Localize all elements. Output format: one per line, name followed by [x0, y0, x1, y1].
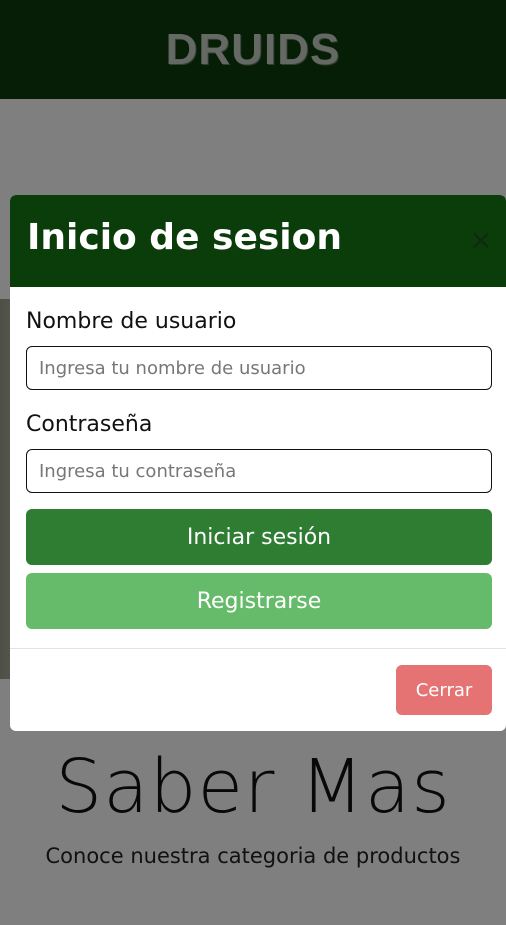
password-label: Contraseña — [26, 412, 153, 437]
modal-body: Nombre de usuario Contraseña Iniciar ses… — [10, 287, 506, 629]
modal-header: Inicio de sesion × — [10, 195, 506, 287]
close-button[interactable]: Cerrar — [396, 665, 492, 715]
password-input[interactable] — [26, 449, 492, 493]
login-button[interactable]: Iniciar sesión — [26, 509, 492, 565]
login-modal: Inicio de sesion × Nombre de usuario Con… — [10, 195, 506, 731]
username-input[interactable] — [26, 346, 492, 390]
register-button[interactable]: Registrarse — [26, 573, 492, 629]
username-label: Nombre de usuario — [26, 309, 237, 334]
close-icon[interactable]: × — [468, 226, 494, 254]
modal-title: Inicio de sesion — [27, 217, 342, 258]
modal-footer-divider — [10, 648, 506, 649]
